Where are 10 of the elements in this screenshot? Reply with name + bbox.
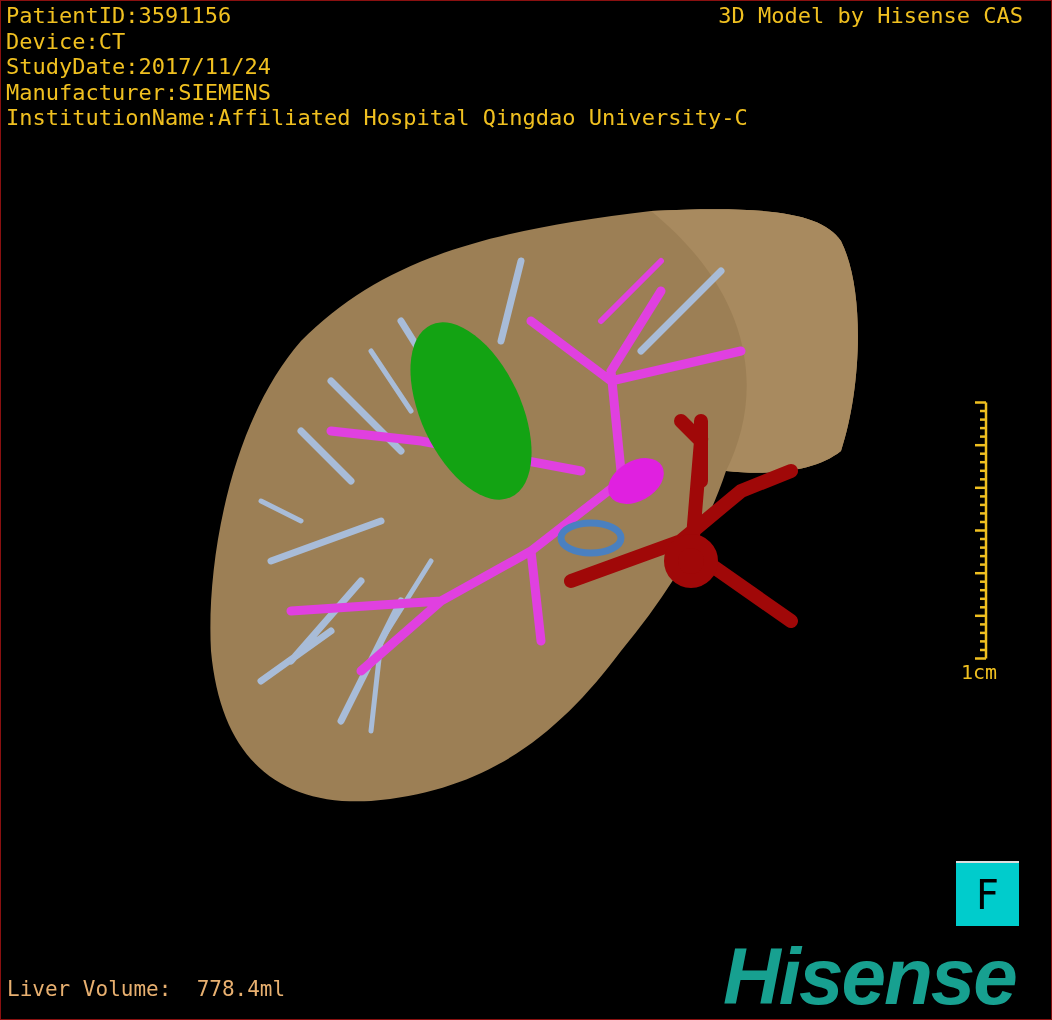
study-info-line: Device:CT bbox=[6, 28, 126, 54]
study-info-line: StudyDate:2017/11/24 bbox=[6, 54, 271, 80]
study-info-line: InstitutionName:Affiliated Hospital Qingdao University-C bbox=[6, 105, 748, 131]
study-info-line: PatientID:3591156 bbox=[6, 3, 232, 29]
liver-volume: Liver Volume: 778.4ml bbox=[7, 975, 286, 1003]
model-credit: 3D Model by Hisense CAS bbox=[718, 3, 1023, 29]
orientation-marker: F bbox=[956, 861, 1019, 926]
hisense-logo: Hisense bbox=[723, 935, 1016, 1019]
scale-label: 1cm bbox=[961, 660, 998, 684]
study-info-line: Manufacturer:SIEMENS bbox=[6, 79, 271, 105]
